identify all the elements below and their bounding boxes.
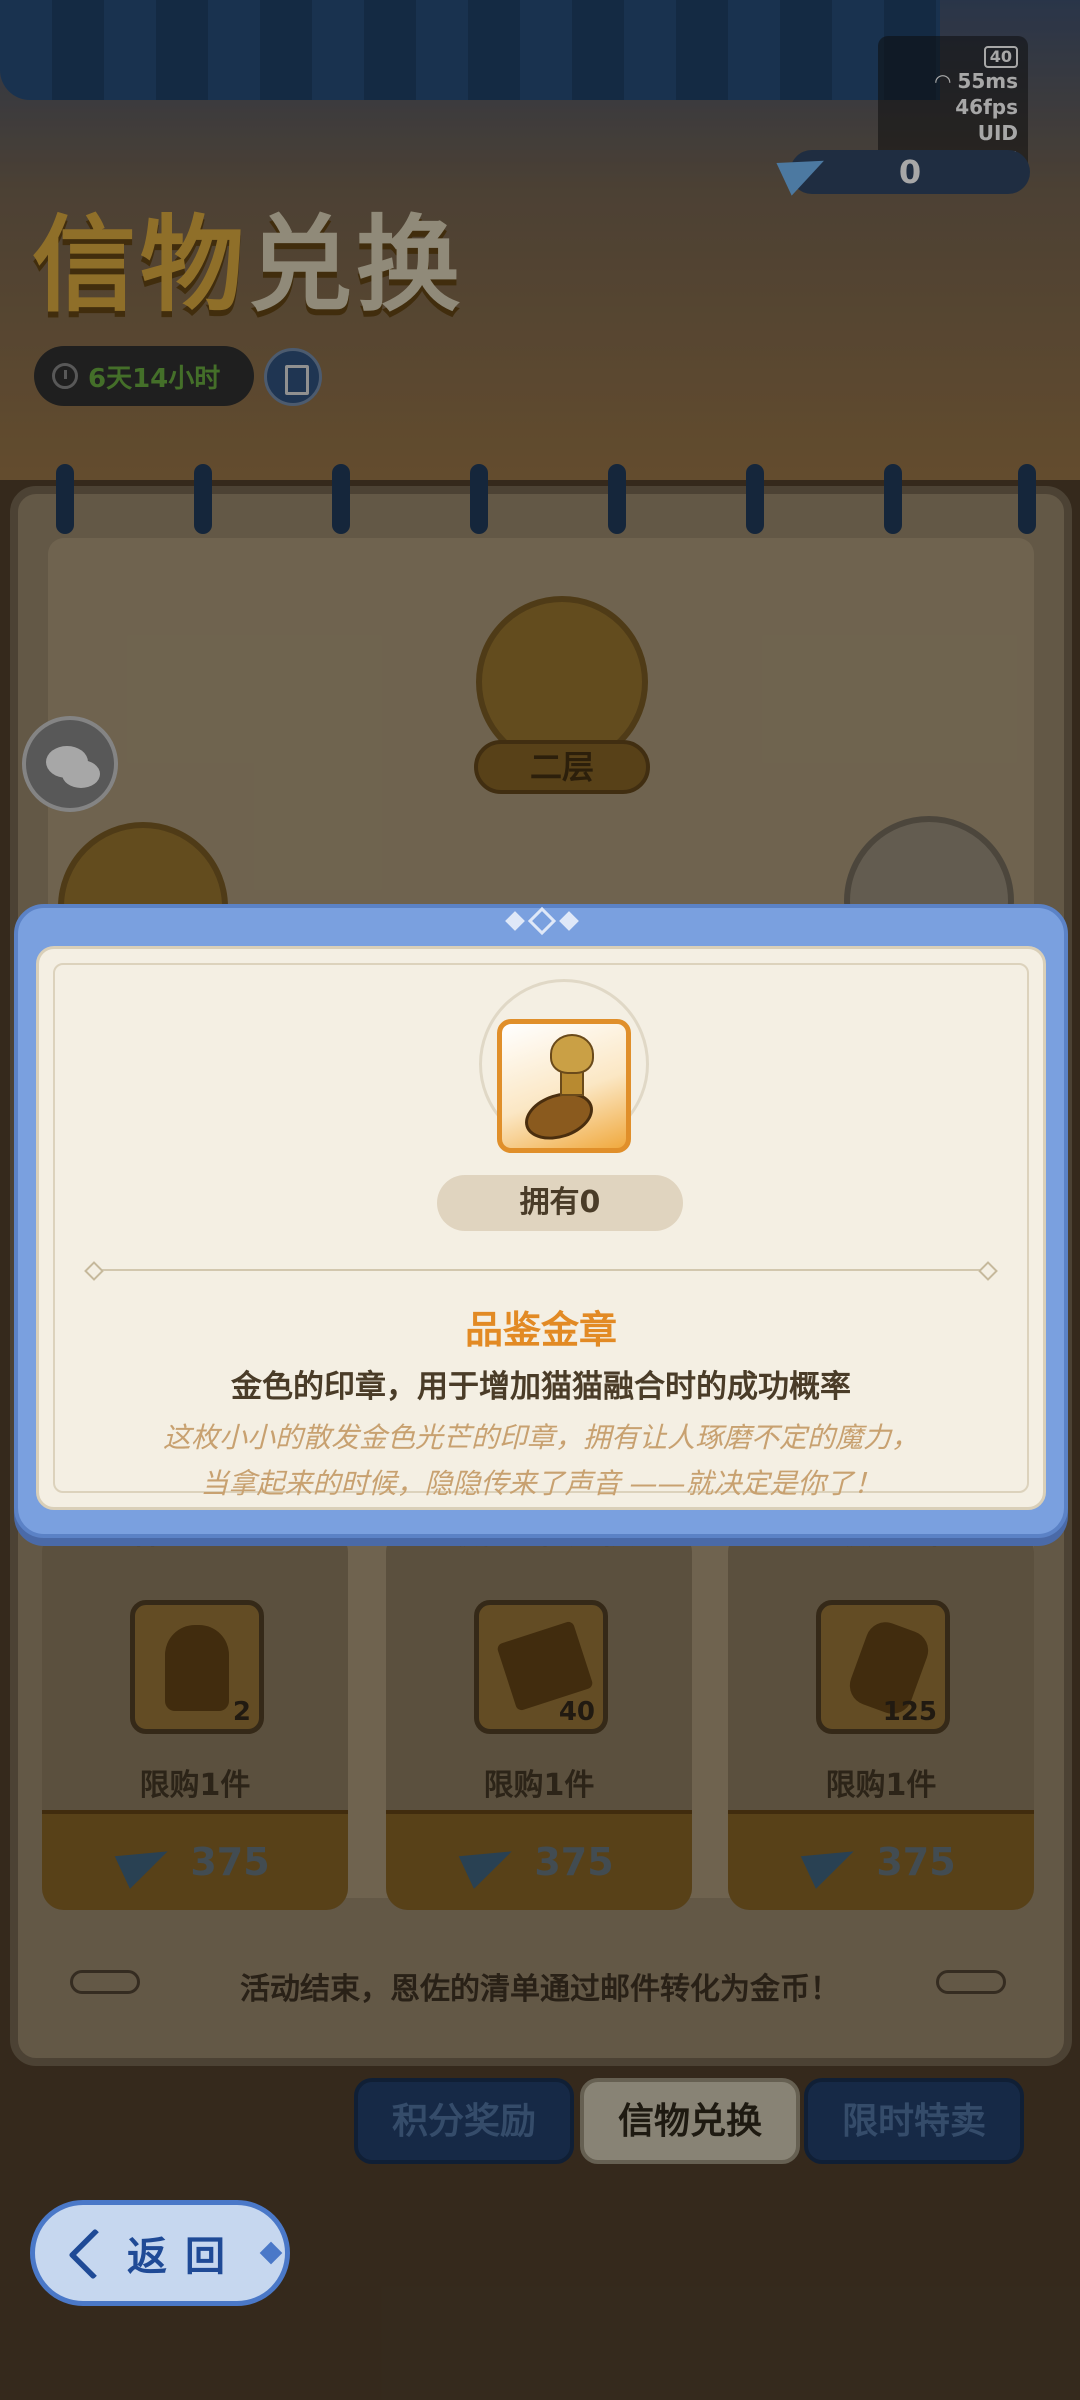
diamond-icon bbox=[559, 911, 579, 931]
diamond-icon bbox=[259, 2241, 283, 2265]
back-label: 返回 bbox=[127, 2234, 243, 2280]
cat-head-icon bbox=[550, 1034, 594, 1074]
item-detail-modal: 拥有0 品鉴金章 金色的印章，用于增加猫猫融合时的成功概率 这枚小小的散发金色光… bbox=[14, 904, 1068, 1538]
modal-ornament bbox=[505, 906, 579, 936]
item-name: 品鉴金章 bbox=[464, 1308, 617, 1352]
lore-line: 这枚小小的散发金色光芒的印章，拥有让人琢磨不定的魔力， bbox=[162, 1421, 919, 1454]
diamond-icon bbox=[527, 906, 557, 936]
modal-panel: 拥有0 品鉴金章 金色的印章，用于增加猫猫融合时的成功概率 这枚小小的散发金色光… bbox=[36, 946, 1046, 1510]
item-lore: 这枚小小的散发金色光芒的印章，拥有让人琢磨不定的魔力， 当拿起来的时候，隐隐传来… bbox=[39, 1415, 1043, 1507]
back-arrow-icon bbox=[68, 2228, 120, 2280]
item-description: 金色的印章，用于增加猫猫融合时的成功概率 bbox=[231, 1369, 851, 1405]
seal-icon bbox=[518, 1084, 600, 1148]
lore-line: 当拿起来的时候，隐隐传来了声音 ——就决定是你了！ bbox=[200, 1467, 882, 1500]
diamond-icon bbox=[505, 911, 525, 931]
owned-count: 拥有0 bbox=[437, 1175, 683, 1231]
back-button[interactable]: 返回 bbox=[30, 2200, 290, 2306]
item-image bbox=[497, 1019, 631, 1153]
divider bbox=[97, 1269, 985, 1271]
